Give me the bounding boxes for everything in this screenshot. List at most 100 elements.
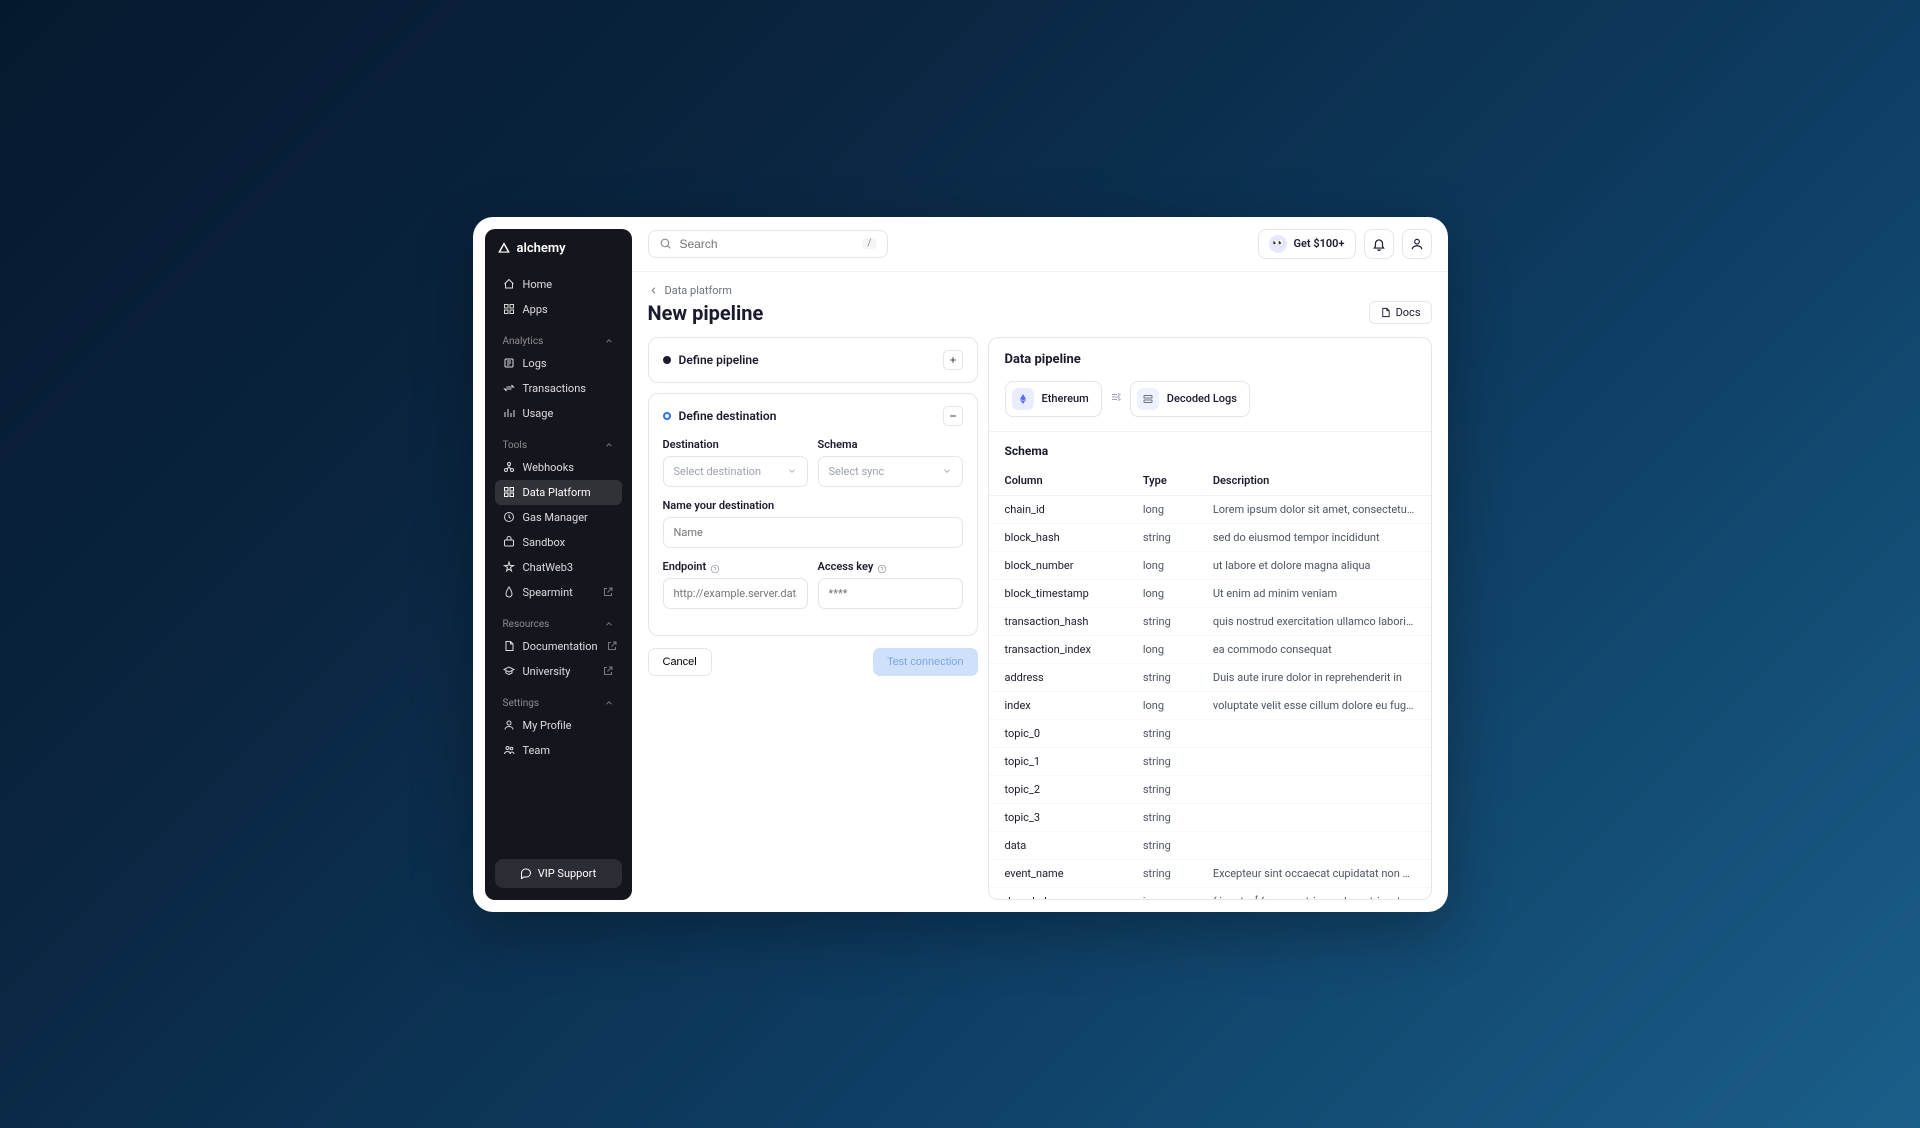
- table-row: event_namestringExcepteur sint occaecat …: [989, 859, 1431, 887]
- sidebar-section-settings[interactable]: Settings: [495, 690, 622, 713]
- sidebar-item-apps[interactable]: Apps: [495, 297, 622, 322]
- sidebar-item-gas-manager[interactable]: Gas Manager: [495, 505, 622, 530]
- logo: alchemy: [495, 241, 622, 256]
- table-cell: string: [1127, 663, 1197, 691]
- network-chip[interactable]: Ethereum: [1005, 381, 1102, 417]
- table-cell: data: [989, 831, 1127, 859]
- table-cell: transaction_hash: [989, 607, 1127, 635]
- account-button[interactable]: [1402, 229, 1432, 259]
- chevron-up-icon: [604, 336, 614, 346]
- table-cell: long: [1127, 579, 1197, 607]
- vip-support-button[interactable]: VIP Support: [495, 859, 622, 888]
- sidebar-item-my-profile[interactable]: My Profile: [495, 713, 622, 738]
- sidebar-item-spearmint[interactable]: Spearmint: [495, 580, 622, 605]
- endpoint-label: Endpoint: [663, 560, 707, 573]
- test-connection-button[interactable]: Test connection: [873, 648, 977, 676]
- dataset-icon: [1137, 388, 1159, 410]
- step-title: Define pipeline: [679, 353, 759, 367]
- get-credits-button[interactable]: 👀 Get $100+: [1258, 229, 1355, 259]
- table-cell: topic_3: [989, 803, 1127, 831]
- right-column: Data pipeline Ethereum: [988, 337, 1432, 900]
- sidebar-item-university[interactable]: University: [495, 659, 622, 684]
- preview-title: Data pipeline: [989, 338, 1431, 381]
- user-icon: [1410, 237, 1424, 251]
- endpoint-input[interactable]: [663, 578, 808, 609]
- sidebar-item-documentation[interactable]: Documentation: [495, 634, 622, 659]
- step-status-done-icon: [663, 356, 671, 364]
- external-link-icon: [602, 665, 614, 677]
- sidebar-item-data-platform[interactable]: Data Platform: [495, 480, 622, 505]
- transactions-icon: [503, 382, 515, 394]
- table-cell: block_hash: [989, 523, 1127, 551]
- sidebar-item-webhooks[interactable]: Webhooks: [495, 455, 622, 480]
- sidebar-section-tools[interactable]: Tools: [495, 432, 622, 455]
- search-box[interactable]: /: [648, 230, 888, 258]
- help-icon[interactable]: [877, 564, 887, 574]
- main: / 👀 Get $100+ Data platform: [632, 217, 1448, 912]
- table-cell: transaction_index: [989, 635, 1127, 663]
- cancel-button[interactable]: Cancel: [648, 648, 712, 676]
- table-row: datastring: [989, 831, 1431, 859]
- expand-button[interactable]: [943, 350, 963, 370]
- table-cell: Lorem ipsum dolor sit amet, consectetur …: [1197, 495, 1431, 523]
- sidebar-item-chatweb3[interactable]: ChatWeb3: [495, 555, 622, 580]
- name-input[interactable]: [663, 517, 963, 548]
- content: Data platform New pipeline Docs Define p…: [632, 272, 1448, 912]
- table-row: decodedjson{ inputs: [ { name: string, v…: [989, 887, 1431, 899]
- sidebar-section-analytics[interactable]: Analytics: [495, 328, 622, 351]
- accesskey-input[interactable]: [818, 578, 963, 609]
- documentation-icon: [503, 640, 515, 652]
- sidebar-item-transactions[interactable]: Transactions: [495, 376, 622, 401]
- col-header-description: Description: [1197, 466, 1431, 496]
- table-row: topic_3string: [989, 803, 1431, 831]
- table-row: block_timestamplongUt enim ad minim veni…: [989, 579, 1431, 607]
- schema-select[interactable]: Select sync: [818, 456, 963, 487]
- external-link-icon: [602, 586, 614, 598]
- sidebar-item-home[interactable]: Home: [495, 272, 622, 297]
- table-row: topic_0string: [989, 719, 1431, 747]
- form-actions: Cancel Test connection: [648, 648, 978, 676]
- table-cell: Ut enim ad minim veniam: [1197, 579, 1431, 607]
- sidebar-item-team[interactable]: Team: [495, 738, 622, 763]
- table-cell: string: [1127, 607, 1197, 635]
- table-cell: sed do eiusmod tempor incididunt: [1197, 523, 1431, 551]
- arrow-left-icon: [648, 285, 659, 296]
- table-cell: chain_id: [989, 495, 1127, 523]
- col-header-type: Type: [1127, 466, 1197, 496]
- sidebar-section-resources[interactable]: Resources: [495, 611, 622, 634]
- notifications-button[interactable]: [1364, 229, 1394, 259]
- sidebar-item-usage[interactable]: Usage: [495, 401, 622, 426]
- table-cell: Duis aute irure dolor in reprehenderit i…: [1197, 663, 1431, 691]
- breadcrumb[interactable]: Data platform: [648, 284, 1432, 297]
- schema-table[interactable]: Column Type Description chain_idlong Lore…: [989, 466, 1431, 899]
- sidebar-item-sandbox[interactable]: Sandbox: [495, 530, 622, 555]
- docs-button[interactable]: Docs: [1369, 301, 1432, 324]
- table-cell: long: [1127, 635, 1197, 663]
- table-cell: Excepteur sint occaecat cupidatat non pr…: [1197, 859, 1431, 887]
- logs-icon: [503, 357, 515, 369]
- search-shortcut: /: [862, 238, 876, 249]
- destination-label: Destination: [663, 438, 808, 451]
- gas-manager-icon: [503, 511, 515, 523]
- table-cell: json: [1127, 887, 1197, 899]
- help-icon[interactable]: [710, 564, 720, 574]
- dataset-chip[interactable]: Decoded Logs: [1130, 381, 1250, 417]
- sidebar-item-logs[interactable]: Logs: [495, 351, 622, 376]
- table-cell: { inputs: [ { name: string, value: strin…: [1197, 887, 1431, 899]
- search-icon: [659, 237, 672, 250]
- plus-icon: [948, 355, 958, 365]
- sandbox-icon: [503, 536, 515, 548]
- home-icon: [503, 278, 515, 290]
- destination-select[interactable]: Select destination: [663, 456, 808, 487]
- step-define-destination: Define destination Destination: [648, 393, 978, 636]
- col-header-column: Column: [989, 466, 1127, 496]
- bell-icon: [1372, 237, 1386, 251]
- university-icon: [503, 665, 515, 677]
- team-icon: [503, 744, 515, 756]
- table-row: addressstringDuis aute irure dolor in re…: [989, 663, 1431, 691]
- chevron-up-icon: [604, 619, 614, 629]
- search-input[interactable]: [680, 237, 855, 251]
- collapse-button[interactable]: [943, 406, 963, 426]
- chat-icon: [520, 867, 532, 879]
- profile-icon: [503, 719, 515, 731]
